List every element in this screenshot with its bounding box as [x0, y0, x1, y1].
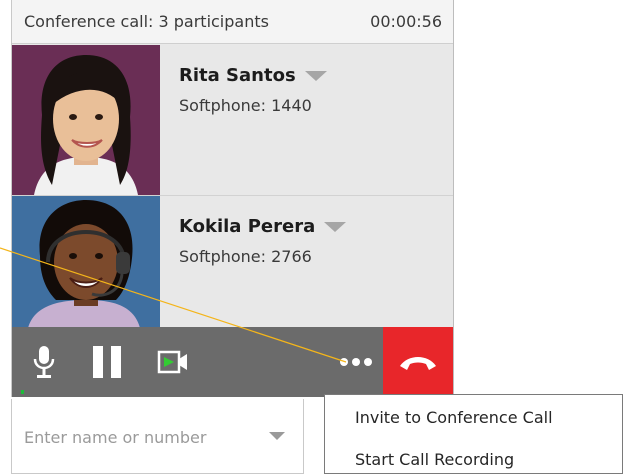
participant-phone: Softphone: 1440 [179, 96, 312, 115]
participant-name: Rita Santos [179, 65, 296, 86]
avatar [12, 45, 160, 195]
search-field-container [11, 399, 304, 474]
participant-name: Kokila Perera [179, 216, 316, 237]
call-timer: 00:00:56 [370, 12, 442, 31]
search-input[interactable] [22, 422, 266, 452]
video-icon[interactable] [148, 327, 198, 397]
call-controls-bar [12, 327, 453, 397]
more-icon[interactable] [334, 327, 378, 397]
menu-item-invite-to-conference[interactable]: Invite to Conference Call [355, 408, 553, 427]
call-header: Conference call: 3 participants 00:00:56 [12, 0, 453, 44]
hang-up-icon[interactable] [383, 327, 453, 397]
participant-card: Kokila Perera Softphone: 2766 [12, 195, 453, 328]
pause-icon[interactable] [82, 327, 132, 397]
chevron-down-icon[interactable] [324, 221, 347, 232]
microphone-icon[interactable] [24, 327, 64, 397]
conference-call-panel: Conference call: 3 participants 00:00:56… [11, 0, 454, 397]
chevron-down-icon[interactable] [269, 432, 285, 440]
avatar [12, 196, 160, 328]
menu-item-start-call-recording[interactable]: Start Call Recording [355, 450, 514, 469]
participant-card: Rita Santos Softphone: 1440 [12, 45, 453, 195]
call-title: Conference call: 3 participants [24, 12, 269, 31]
participant-phone: Softphone: 2766 [179, 247, 312, 266]
more-options-menu: Invite to Conference Call Start Call Rec… [324, 394, 623, 474]
audio-level-indicator [21, 390, 24, 394]
chevron-down-icon[interactable] [304, 70, 327, 81]
